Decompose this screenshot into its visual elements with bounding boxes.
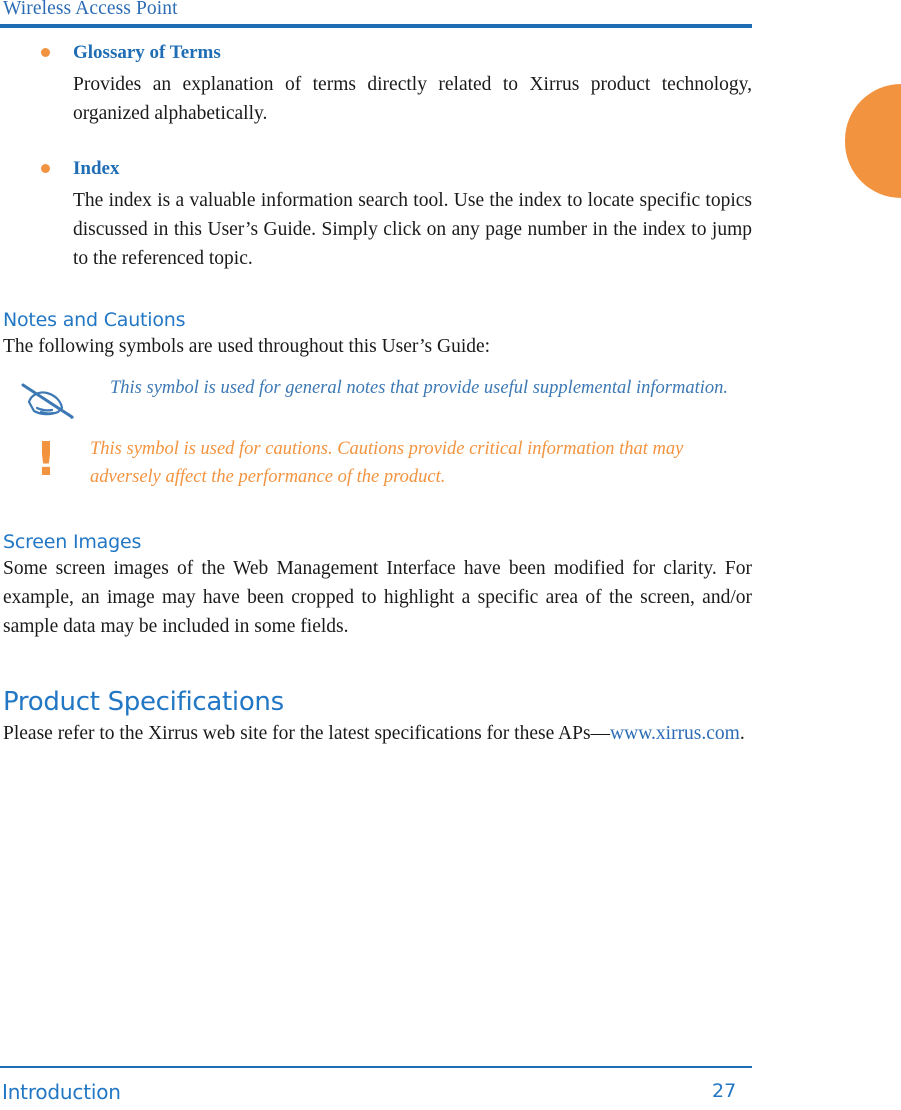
product-spec-text-trail: .	[739, 723, 745, 744]
header-rule	[0, 24, 752, 28]
page-content: Glossary of Terms Provides an explanatio…	[3, 40, 752, 748]
section-heading-notes-and-cautions: Notes and Cautions	[3, 309, 186, 331]
footer-page-number: 27	[712, 1080, 737, 1102]
section-body-screen-images: Some screen images of the Web Management…	[3, 558, 752, 637]
product-spec-text-lead: Please refer to the Xirrus web site for …	[3, 723, 611, 744]
note-callout: This symbol is used for general notes th…	[3, 375, 752, 421]
list-item: Index The index is a valuable informatio…	[3, 156, 752, 273]
list-item-body: Provides an explanation of terms directl…	[73, 74, 752, 124]
section-heading-screen-images: Screen Images	[3, 531, 142, 553]
exclamation-caution-icon: !	[35, 432, 57, 486]
note-callout-text: This symbol is used for general notes th…	[110, 378, 729, 398]
running-head: Wireless Access Point	[3, 0, 178, 19]
caution-callout: ! This symbol is used for cautions. Caut…	[3, 435, 752, 491]
bullet-dot-icon	[41, 164, 50, 173]
list-item-body: The index is a valuable information sear…	[73, 190, 752, 269]
section-body-product-specifications: Please refer to the Xirrus web site for …	[3, 719, 752, 748]
section-heading-product-specifications: Product Specifications	[3, 687, 284, 717]
footer-rule	[0, 1066, 752, 1068]
document-page: Wireless Access Point Glossary of Terms …	[0, 0, 901, 1110]
list-item-title: Index	[73, 158, 120, 179]
list-item-title: Glossary of Terms	[73, 42, 221, 63]
bullet-dot-icon	[41, 48, 50, 57]
caution-callout-text: This symbol is used for cautions. Cautio…	[90, 439, 684, 487]
page-edge-tab	[845, 84, 901, 198]
footer-chapter-label: Introduction	[2, 1080, 121, 1104]
section-intro-notes-and-cautions: The following symbols are used throughou…	[3, 336, 491, 357]
xirrus-website-link[interactable]: www.xirrus.com	[610, 723, 740, 744]
list-item: Glossary of Terms Provides an explanatio…	[3, 40, 752, 128]
hand-writing-note-icon	[17, 377, 81, 421]
